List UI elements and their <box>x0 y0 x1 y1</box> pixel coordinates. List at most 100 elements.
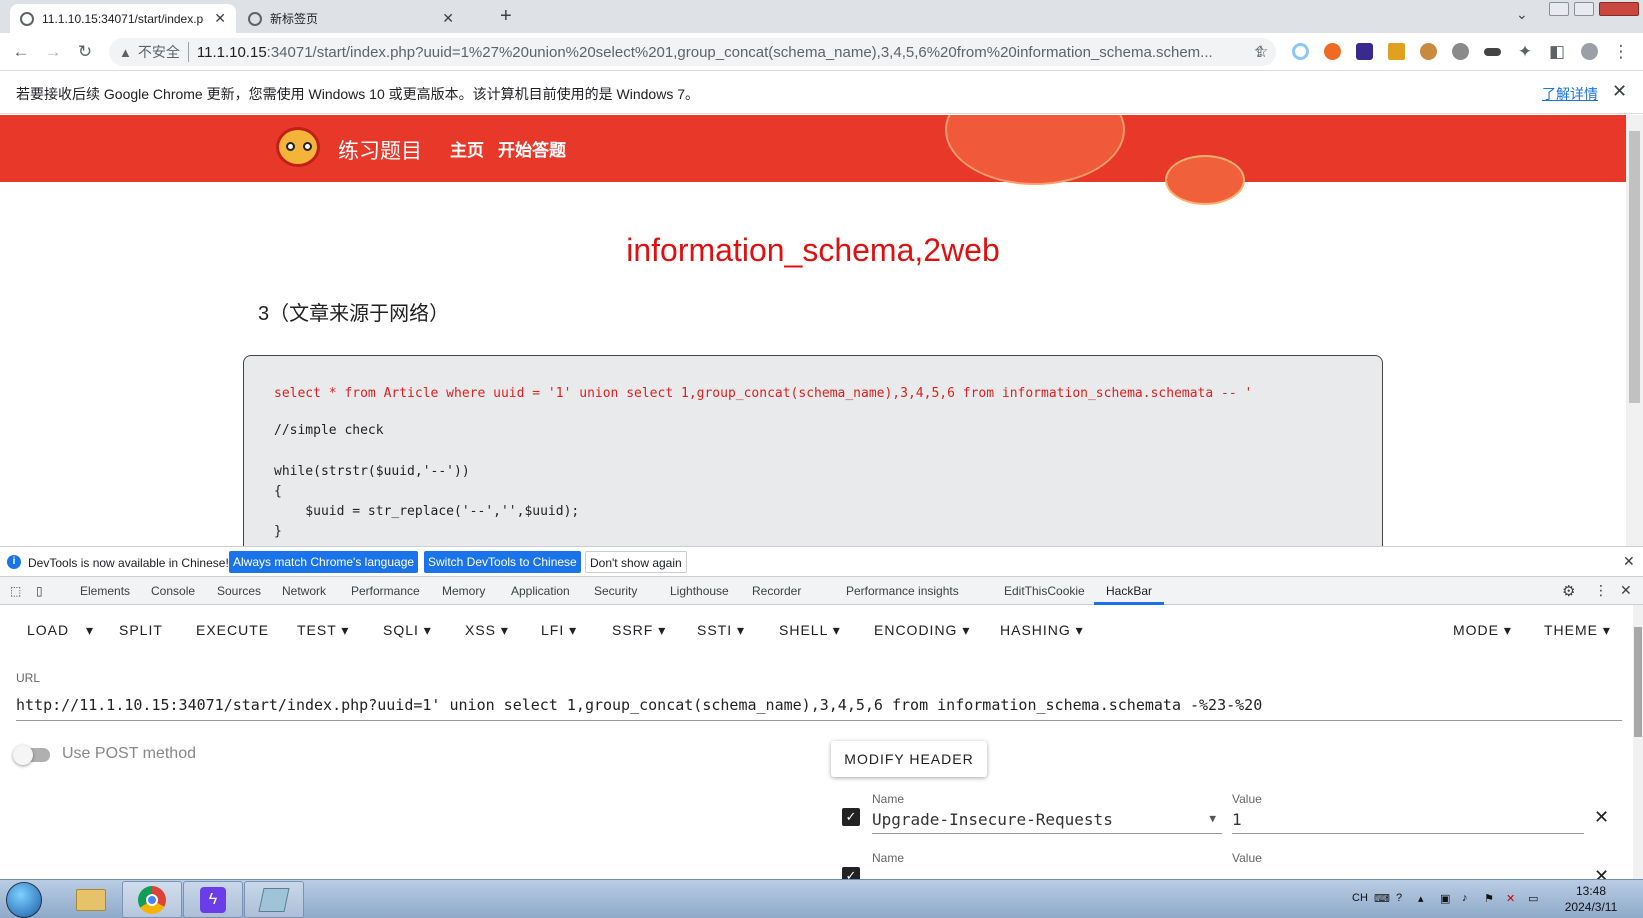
devtools-tab-performance-insights[interactable]: Performance insights <box>846 584 959 598</box>
devtools-tab-console[interactable]: Console <box>151 584 195 598</box>
header-name-input[interactable]: Upgrade-Insecure-Requests ▼ <box>872 808 1222 834</box>
devtools-scrollbar[interactable] <box>1633 605 1643 882</box>
match-language-button[interactable]: Always match Chrome's language <box>229 551 419 573</box>
taskbar-app-notebook[interactable] <box>244 881 304 918</box>
profile-avatar-icon[interactable] <box>1581 43 1598 60</box>
infobar-close-icon[interactable]: ✕ <box>1612 81 1627 102</box>
logo-eye <box>286 142 295 151</box>
start-orb-icon[interactable] <box>6 882 42 918</box>
remove-header-icon[interactable]: ✕ <box>1594 807 1609 828</box>
nav-home-link[interactable]: 主页 <box>450 136 484 161</box>
nav-start-link[interactable]: 开始答题 <box>498 136 566 161</box>
execute-button[interactable]: EXECUTE <box>196 622 269 638</box>
keyboard-icon[interactable]: ⌨ <box>1374 892 1390 905</box>
learn-more-link[interactable]: 了解详情 <box>1542 84 1598 104</box>
load-dropdown-icon[interactable]: ▾ <box>86 622 94 639</box>
extension-orange-icon[interactable] <box>1324 43 1341 60</box>
taskbar-explorer[interactable] <box>62 881 122 918</box>
devtools-tab-sources[interactable]: Sources <box>217 584 261 598</box>
settings-gear-icon[interactable]: ⚙ <box>1562 582 1575 600</box>
hashing-menu[interactable]: HASHING ▾ <box>1000 622 1084 639</box>
test-menu-label: TEST <box>297 622 337 638</box>
devtools-bar-close-icon[interactable]: ✕ <box>1623 553 1635 570</box>
devtools-tab-lighthouse[interactable]: Lighthouse <box>670 584 729 598</box>
globe-icon <box>20 11 34 26</box>
encoding-menu[interactable]: ENCODING ▾ <box>874 622 970 639</box>
devtools-tab-recorder[interactable]: Recorder <box>752 584 801 598</box>
split-button[interactable]: SPLIT <box>119 622 163 638</box>
restore-button[interactable] <box>1574 2 1594 16</box>
cookie-icon[interactable] <box>1420 43 1437 60</box>
header-checkbox[interactable]: ✓ <box>842 808 860 826</box>
inspect-element-icon[interactable]: ⬚ <box>10 584 21 598</box>
tab-newtab[interactable]: 新标签页 ✕ <box>238 4 464 33</box>
shell-menu[interactable]: SHELL ▾ <box>779 622 841 639</box>
extension-hackbar-icon[interactable] <box>1356 43 1373 60</box>
header-value-input[interactable]: 1 <box>1232 808 1584 834</box>
devtools-tab-memory[interactable]: Memory <box>442 584 485 598</box>
load-button[interactable]: LOAD <box>27 622 69 638</box>
lion-logo <box>276 127 320 167</box>
help-icon[interactable]: ? <box>1396 892 1402 904</box>
devtools-tab-elements[interactable]: Elements <box>80 584 130 598</box>
devtools-close-icon[interactable]: ✕ <box>1620 582 1632 599</box>
flag-icon[interactable]: ⚑ <box>1484 892 1494 905</box>
extensions-puzzle-icon[interactable]: ✦ <box>1514 41 1536 63</box>
menu-kebab-icon[interactable]: ⋮ <box>1610 41 1632 63</box>
ssrf-menu[interactable]: SSRF ▾ <box>612 622 666 639</box>
dont-show-again-button[interactable]: Don't show again <box>585 551 687 573</box>
device-toolbar-icon[interactable]: ▯ <box>36 584 43 598</box>
tab-active[interactable]: 11.1.10.15:34071/start/index.p ✕ <box>10 4 236 33</box>
side-panel-icon[interactable]: ◧ <box>1546 41 1568 63</box>
extension-circle-icon[interactable] <box>1292 43 1309 60</box>
mode-menu[interactable]: MODE ▾ <box>1453 622 1512 639</box>
scrollbar-thumb[interactable] <box>1634 627 1642 737</box>
address-bar[interactable]: ▲ 不安全 11.1.10.15 :34071/start/index.php?… <box>109 38 1276 66</box>
tab-close-icon[interactable]: ✕ <box>442 10 454 27</box>
url-input[interactable] <box>16 689 1622 721</box>
tab-title: 新标签页 <box>270 12 319 26</box>
close-window-button[interactable] <box>1599 2 1639 16</box>
page-scrollbar[interactable] <box>1626 115 1643 546</box>
header-name-label: Name <box>872 792 905 806</box>
volume-icon[interactable]: ♪ <box>1462 892 1468 904</box>
new-tab-button[interactable]: + <box>500 5 512 28</box>
extension-hat-icon[interactable] <box>1484 48 1501 56</box>
switch-chinese-button[interactable]: Switch DevTools to Chinese <box>424 551 581 573</box>
input-language[interactable]: CH <box>1352 892 1368 904</box>
scrollbar-thumb[interactable] <box>1629 131 1640 403</box>
devtools-tab-network[interactable]: Network <box>282 584 326 598</box>
minimize-button[interactable] <box>1549 2 1569 16</box>
bookmark-star-icon[interactable]: ☆ <box>1250 41 1272 63</box>
theme-menu[interactable]: THEME ▾ <box>1544 622 1611 639</box>
network-error-icon[interactable]: ✕ <box>1506 892 1515 905</box>
devtools-tab-performance[interactable]: Performance <box>351 584 420 598</box>
extension-gear-icon[interactable] <box>1452 43 1469 60</box>
reload-icon[interactable]: ↻ <box>74 41 96 63</box>
lfi-menu[interactable]: LFI ▾ <box>541 622 577 639</box>
system-clock[interactable]: 13:48 2024/3/11 <box>1556 883 1626 915</box>
forward-arrow-icon[interactable]: → <box>42 41 64 63</box>
extension-paragraph-icon[interactable] <box>1388 43 1405 60</box>
test-menu[interactable]: TEST ▾ <box>297 622 349 639</box>
sqli-menu[interactable]: SQLI ▾ <box>383 622 432 639</box>
devtools-menu-kebab-icon[interactable]: ⋮ <box>1594 582 1608 599</box>
tray-arrow-icon[interactable]: ▴ <box>1418 892 1424 905</box>
taskbar-app-bolt[interactable]: ϟ <box>183 881 243 918</box>
devtools-tab-security[interactable]: Security <box>594 584 637 598</box>
modify-header-button[interactable]: MODIFY HEADER <box>831 741 987 777</box>
ssti-menu[interactable]: SSTI ▾ <box>697 622 745 639</box>
battery-icon[interactable]: ▭ <box>1528 892 1538 905</box>
post-method-toggle[interactable] <box>13 745 50 765</box>
header-name-dropdown-icon[interactable]: ▼ <box>1209 812 1216 825</box>
devtools-tab-application[interactable]: Application <box>511 584 570 598</box>
tab-search-chevron-icon[interactable]: ⌄ <box>1516 6 1528 23</box>
devtools-tab-hackbar[interactable]: HackBar <box>1106 584 1152 598</box>
security-indicator[interactable]: 不安全 <box>138 42 189 62</box>
devtools-tab-editthiscookie[interactable]: EditThisCookie <box>1004 584 1085 598</box>
network-icon[interactable]: ▣ <box>1440 892 1450 905</box>
back-arrow-icon[interactable]: ← <box>10 41 32 63</box>
taskbar-chrome[interactable] <box>122 881 182 918</box>
tab-close-icon[interactable]: ✕ <box>214 10 226 27</box>
xss-menu[interactable]: XSS ▾ <box>465 622 509 639</box>
